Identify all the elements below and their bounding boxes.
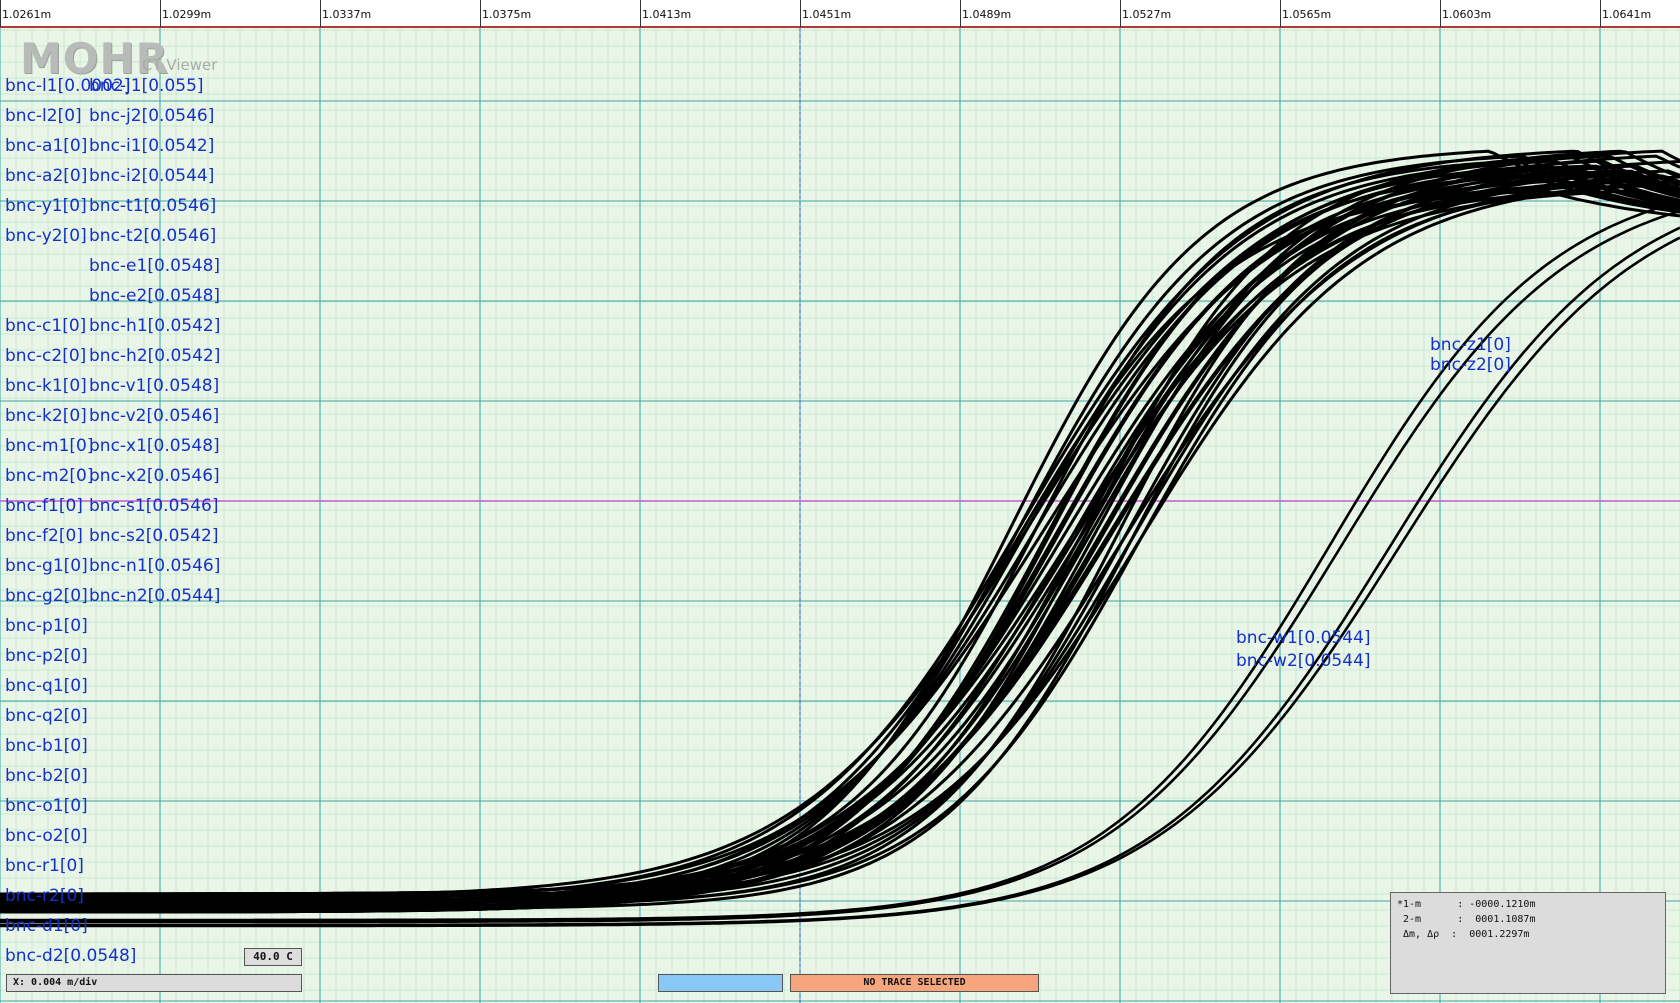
trace-color-swatch[interactable]: [658, 974, 783, 992]
trace-curve[interactable]: [0, 159, 1680, 896]
trace-label-w2[interactable]: bnc-w2[0.0544]: [1236, 651, 1371, 671]
trace-label[interactable]: bnc-d2[0.0548]: [5, 946, 136, 966]
distance-ruler: 1.0261m 1.0299m 1.0337m 1.0375m 1.0413m 1.045…: [0, 0, 1680, 28]
ruler-tick-mark: [960, 0, 961, 27]
trace-label[interactable]: bnc-k1[0]: [5, 376, 87, 396]
trace-label[interactable]: bnc-f1[0]: [5, 496, 83, 516]
trace-label[interactable]: bnc-t2[0.0546]: [89, 226, 216, 246]
ruler-tick-mark: [1600, 0, 1601, 27]
ruler-tick-mark: [1440, 0, 1441, 27]
trace-label[interactable]: bnc-n1[0.0546]: [89, 556, 220, 576]
trace-label[interactable]: bnc-g1[0]: [5, 556, 88, 576]
ruler-tick-mark: [800, 0, 801, 27]
cursor-2-readout: 2-m : 0001.1087m: [1397, 914, 1536, 925]
cursor-1-readout: *1-m : -0000.1210m: [1397, 899, 1536, 910]
trace-label[interactable]: bnc-p1[0]: [5, 616, 88, 636]
ruler-tick-label: 1.0603m: [1442, 8, 1492, 21]
trace-label[interactable]: bnc-m2[0]: [5, 466, 94, 486]
trace-label[interactable]: bnc-i2[0.0544]: [89, 166, 214, 186]
trace-label-z2[interactable]: bnc-z2[0]: [1430, 355, 1511, 375]
trace-label[interactable]: bnc-v2[0.0546]: [89, 406, 219, 426]
ruler-tick-label: 1.0489m: [962, 8, 1012, 21]
cursor-readout-panel: *1-m : -0000.1210m 2-m : 0001.1087m Δm, …: [1390, 892, 1666, 994]
trace-label[interactable]: bnc-c2[0]: [5, 346, 86, 366]
trace-label[interactable]: bnc-q1[0]: [5, 676, 88, 696]
ruler-tick-label: 1.0375m: [482, 8, 532, 21]
trace-label[interactable]: bnc-l2[0]: [5, 106, 82, 126]
ruler-tick-mark: [1120, 0, 1121, 27]
trace-label[interactable]: bnc-o1[0]: [5, 796, 88, 816]
trace-label[interactable]: bnc-m1[0]: [5, 436, 94, 456]
trace-curve[interactable]: [0, 169, 1680, 902]
trace-label[interactable]: bnc-r1[0]: [5, 856, 84, 876]
trace-label[interactable]: bnc-g2[0]: [5, 586, 88, 606]
ruler-tick-label: 1.0565m: [1282, 8, 1332, 21]
ruler-tick-mark: [640, 0, 641, 27]
ruler-tick-label: 1.0641m: [1602, 8, 1652, 21]
trace-label[interactable]: bnc-e1[0.0548]: [89, 256, 220, 276]
trace-label[interactable]: bnc-p2[0]: [5, 646, 88, 666]
cursor-delta-readout: Δm, Δρ : 0001.2297m: [1397, 929, 1530, 940]
trace-curve[interactable]: [0, 184, 1680, 914]
trace-label-w1[interactable]: bnc-w1[0.0544]: [1236, 628, 1371, 648]
temperature-readout: 40.0 C: [244, 948, 302, 966]
trace-label[interactable]: bnc-y2[0]: [5, 226, 87, 246]
ruler-tick-mark: [1280, 0, 1281, 27]
trace-label[interactable]: bnc-n2[0.0544]: [89, 586, 220, 606]
trace-label[interactable]: bnc-a1[0]: [5, 136, 87, 156]
ruler-tick-label: 1.0527m: [1122, 8, 1172, 21]
ruler-tick-label: 1.0337m: [322, 8, 372, 21]
scale-readout: X: 0.004 m/div: [6, 974, 302, 992]
trace-label[interactable]: bnc-j2[0.0546]: [89, 106, 214, 126]
trace-label[interactable]: bnc-e2[0.0548]: [89, 286, 220, 306]
trace-label[interactable]: bnc-t1[0.0546]: [89, 196, 216, 216]
trace-label[interactable]: bnc-x2[0.0546]: [89, 466, 220, 486]
ruler-tick-label: 1.0261m: [2, 8, 52, 21]
trace-status-bar: NO TRACE SELECTED: [790, 974, 1039, 992]
trace-label[interactable]: bnc-r2[0]: [5, 886, 84, 906]
trace-group[interactable]: [0, 149, 1680, 928]
trace-label[interactable]: bnc-o2[0]: [5, 826, 88, 846]
trace-label[interactable]: bnc-b2[0]: [5, 766, 88, 786]
trace-label[interactable]: bnc-c1[0]: [5, 316, 86, 336]
trace-label[interactable]: bnc-k2[0]: [5, 406, 87, 426]
trace-label[interactable]: bnc-i1[0.0542]: [89, 136, 214, 156]
ruler-tick-label: 1.0413m: [642, 8, 692, 21]
trace-label[interactable]: bnc-d1[0]: [5, 916, 88, 936]
trace-label[interactable]: bnc-f2[0]: [5, 526, 83, 546]
trace-label[interactable]: bnc-j1[0.055]: [89, 76, 204, 96]
ruler-tick-label: 1.0299m: [162, 8, 212, 21]
trace-label[interactable]: bnc-h1[0.0542]: [89, 316, 220, 336]
trace-label[interactable]: bnc-a2[0]: [5, 166, 87, 186]
ruler-tick-mark: [320, 0, 321, 27]
trace-label[interactable]: bnc-x1[0.0548]: [89, 436, 220, 456]
trace-curve[interactable]: [0, 149, 1680, 896]
trace-label-z1[interactable]: bnc-z1[0]: [1430, 335, 1511, 355]
trace-label[interactable]: bnc-s2[0.0542]: [89, 526, 218, 546]
app-subtitle: CT Viewer: [142, 56, 218, 74]
trace-label[interactable]: bnc-q2[0]: [5, 706, 88, 726]
ruler-tick-label: 1.0451m: [802, 8, 852, 21]
ruler-tick-mark: [160, 0, 161, 27]
trace-label[interactable]: bnc-s1[0.0546]: [89, 496, 218, 516]
trace-label[interactable]: bnc-y1[0]: [5, 196, 87, 216]
trace-label[interactable]: bnc-v1[0.0548]: [89, 376, 219, 396]
ruler-tick-mark: [0, 0, 1, 27]
waveform-plot[interactable]: [0, 0, 1680, 1003]
trace-label[interactable]: bnc-b1[0]: [5, 736, 88, 756]
ruler-tick-mark: [480, 0, 481, 27]
trace-label[interactable]: bnc-h2[0.0542]: [89, 346, 220, 366]
